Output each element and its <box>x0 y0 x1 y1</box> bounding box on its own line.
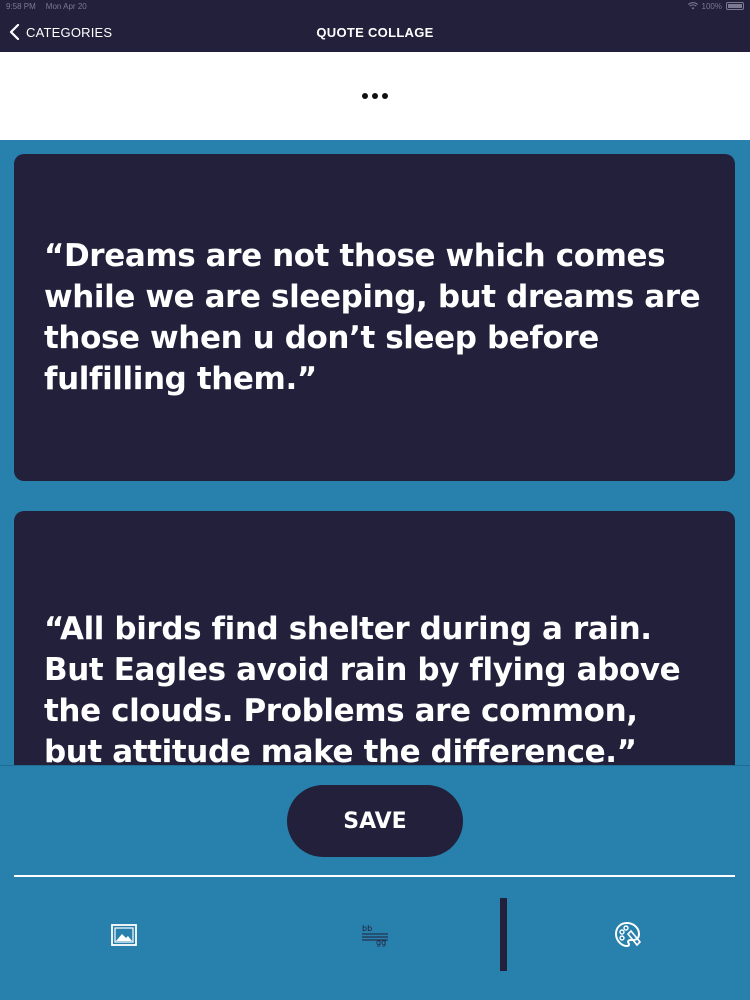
status-date: Mon Apr 20 <box>45 1 87 11</box>
quote-text: “All birds find shelter during a rain. B… <box>44 611 681 765</box>
quote-card[interactable]: “Dreams are not those which comes while … <box>14 154 735 481</box>
quote-text: “Dreams are not those which comes while … <box>44 237 701 397</box>
status-bar: 9:58 PM Mon Apr 20 100% <box>0 0 750 12</box>
selection-indicator <box>500 898 507 971</box>
text-format-tool-button[interactable]: bb gg <box>361 921 389 949</box>
text-format-icon: bb gg <box>362 924 388 947</box>
screen: 9:58 PM Mon Apr 20 100% CATEGORIES QUOTE… <box>0 0 750 1000</box>
quote-list[interactable]: “Dreams are not those which comes while … <box>0 140 750 765</box>
page-title: QUOTE COLLAGE <box>316 24 434 40</box>
battery-icon <box>726 2 744 10</box>
bottom-panel: SAVE bb gg <box>0 765 750 1000</box>
save-button[interactable]: SAVE <box>287 785 463 857</box>
nav-bar: CATEGORIES QUOTE COLLAGE <box>0 12 750 52</box>
image-tool-button[interactable] <box>110 921 138 949</box>
svg-text:gg: gg <box>376 938 386 947</box>
ellipsis-icon <box>362 93 368 99</box>
divider <box>14 875 735 877</box>
palette-icon <box>614 921 642 948</box>
image-icon <box>111 924 137 946</box>
status-time: 9:58 PM <box>6 1 36 11</box>
svg-text:bb: bb <box>362 924 372 933</box>
more-options-button[interactable] <box>354 85 396 107</box>
options-band <box>0 52 750 140</box>
wifi-icon <box>687 2 698 10</box>
palette-tool-button[interactable] <box>614 921 642 949</box>
quote-card[interactable]: “All birds find shelter during a rain. B… <box>14 511 735 765</box>
battery-percent: 100% <box>701 1 722 11</box>
